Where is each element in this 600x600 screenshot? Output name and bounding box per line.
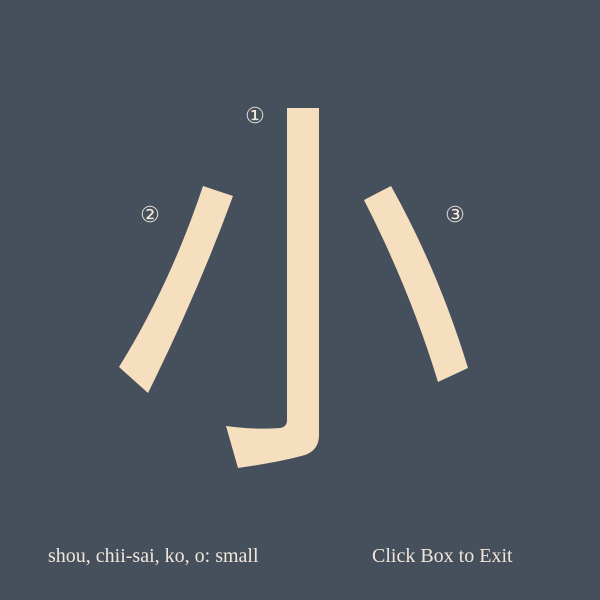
kanji-card[interactable]: ① ② ③ shou, chii-sai, ko, o: small Click… <box>0 0 600 600</box>
stroke-number-3: ③ <box>445 203 465 228</box>
stroke-number-1: ① <box>245 104 265 129</box>
kanji-glyph <box>119 108 468 468</box>
exit-button[interactable]: Click Box to Exit <box>372 542 513 570</box>
stroke-number-2: ② <box>140 203 160 228</box>
kanji-stroke-1 <box>226 108 319 468</box>
kanji-reading: shou, chii-sai, ko, o: small <box>48 545 259 567</box>
